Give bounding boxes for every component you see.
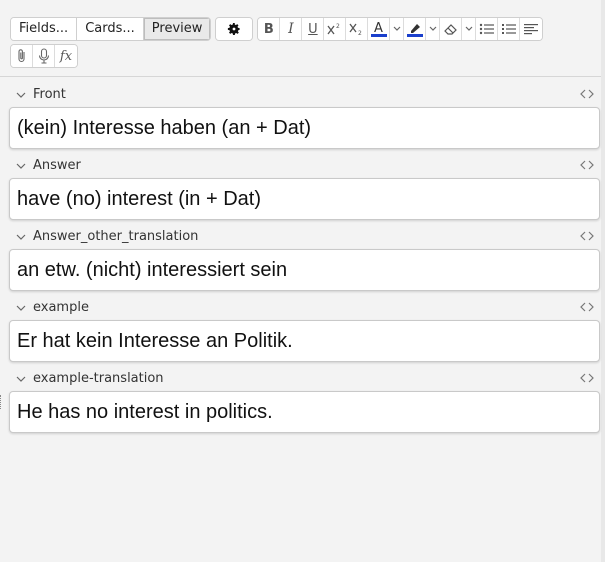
align-icon[interactable] — [520, 18, 543, 40]
superscript-icon[interactable]: 2 — [324, 18, 347, 40]
field-example: example Er hat kein Interesse an Politik… — [9, 297, 600, 362]
field-label: example — [33, 300, 89, 315]
field-header: example-translation — [9, 368, 600, 389]
field-header: Answer — [9, 155, 600, 176]
underline-icon[interactable]: U — [302, 18, 325, 40]
mode-button-group: Fields... Cards... Preview — [10, 17, 212, 41]
highlight-dropdown-chevron-icon[interactable] — [426, 18, 441, 40]
highlight-icon[interactable] — [404, 18, 427, 40]
field-input[interactable]: an etw. (nicht) interessiert sein — [9, 249, 600, 291]
field-value: (kein) Interesse haben (an + Dat) — [17, 116, 312, 139]
formula-icon[interactable]: fx — [55, 45, 77, 67]
field-example-translation: example-translation He has no interest i… — [9, 368, 600, 433]
field-input[interactable]: He has no interest in politics. — [9, 391, 600, 433]
italic-icon[interactable]: I — [280, 18, 303, 40]
collapse-chevron-icon[interactable] — [11, 85, 31, 105]
field-value: Er hat kein Interesse an Politik. — [17, 329, 293, 352]
format-button-group: B I U 2 2 A — [257, 17, 544, 41]
html-editor-toggle-icon[interactable] — [578, 299, 596, 315]
subscript-icon[interactable]: 2 — [346, 18, 369, 40]
preview-button[interactable]: Preview — [143, 18, 211, 40]
field-header: Answer_other_translation — [9, 226, 600, 247]
collapse-chevron-icon[interactable] — [11, 369, 31, 389]
field-value: have (no) interest (in + Dat) — [17, 187, 261, 210]
bold-icon[interactable]: B — [258, 18, 281, 40]
editor-toolbar: Fields... Cards... Preview B I U 2 2 A f… — [10, 17, 600, 68]
collapse-chevron-icon[interactable] — [11, 156, 31, 176]
fields-button[interactable]: Fields... — [11, 18, 78, 40]
toolbar-separator — [0, 76, 602, 77]
options-button-group — [215, 17, 254, 41]
media-button-group: fx — [10, 44, 78, 68]
field-front: Front (kein) Interesse haben (an + Dat) — [9, 84, 600, 149]
splitter-handle[interactable] — [0, 395, 4, 409]
field-answer-other-translation: Answer_other_translation an etw. (nicht)… — [9, 226, 600, 291]
eraser-dropdown-chevron-icon[interactable] — [462, 18, 477, 40]
microphone-icon[interactable] — [33, 45, 55, 67]
collapse-chevron-icon[interactable] — [11, 227, 31, 247]
html-editor-toggle-icon[interactable] — [578, 370, 596, 386]
collapse-chevron-icon[interactable] — [11, 298, 31, 318]
svg-text:2: 2 — [336, 23, 340, 30]
html-editor-toggle-icon[interactable] — [578, 157, 596, 173]
field-header: Front — [9, 84, 600, 105]
field-label: example-translation — [33, 371, 164, 386]
field-answer: Answer have (no) interest (in + Dat) — [9, 155, 600, 220]
field-input[interactable]: (kein) Interesse haben (an + Dat) — [9, 107, 600, 149]
svg-text:2: 2 — [358, 30, 362, 36]
field-input[interactable]: have (no) interest (in + Dat) — [9, 178, 600, 220]
paperclip-icon[interactable] — [11, 45, 33, 67]
html-editor-toggle-icon[interactable] — [578, 228, 596, 244]
field-list: Front (kein) Interesse haben (an + Dat) … — [9, 84, 600, 439]
html-editor-toggle-icon[interactable] — [578, 86, 596, 102]
field-label: Answer — [33, 158, 81, 173]
cards-button[interactable]: Cards... — [77, 18, 144, 40]
field-input[interactable]: Er hat kein Interesse an Politik. — [9, 320, 600, 362]
field-label: Front — [33, 87, 66, 102]
scrollbar[interactable] — [601, 0, 605, 562]
text-color-dropdown-chevron-icon[interactable] — [390, 18, 405, 40]
text-color-icon[interactable]: A — [368, 18, 391, 40]
bullet-list-icon[interactable] — [476, 18, 499, 40]
svg-text:A: A — [374, 21, 383, 36]
field-value: an etw. (nicht) interessiert sein — [17, 258, 288, 281]
gear-icon[interactable] — [216, 18, 253, 40]
numbered-list-icon[interactable] — [498, 18, 521, 40]
note-editor: Fields... Cards... Preview B I U 2 2 A f… — [0, 0, 605, 562]
field-header: example — [9, 297, 600, 318]
eraser-icon[interactable] — [440, 18, 463, 40]
field-value: He has no interest in politics. — [17, 400, 273, 423]
field-label: Answer_other_translation — [33, 229, 199, 244]
